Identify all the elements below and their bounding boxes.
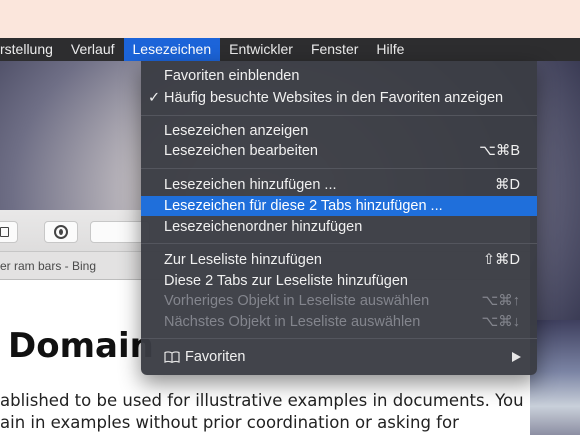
paragraph-line: ain in examples without prior coordinati… <box>0 413 459 432</box>
menu-item-shortcut: ⌘D <box>495 177 520 193</box>
menu-separator <box>141 168 537 169</box>
sidebar-icon <box>0 227 9 237</box>
menu-item-label: Diese 2 Tabs zur Leseliste hinzufügen <box>164 273 408 289</box>
menu-item-lesezeichen-anzeigen[interactable]: Lesezeichen anzeigen <box>141 121 537 141</box>
menu-item-label: Favoriten einblenden <box>164 68 300 84</box>
menu-lesezeichen[interactable]: Lesezeichen <box>123 38 221 61</box>
menu-item-favoriten-einblenden[interactable]: Favoriten einblenden <box>141 66 537 86</box>
menu-item-label: Lesezeichen hinzufügen ... <box>164 177 337 193</box>
chevron-right-icon <box>512 352 521 362</box>
menu-item-label: Vorheriges Objekt in Leseliste auswählen <box>164 293 430 309</box>
menu-darstellung[interactable]: rstellung <box>0 38 62 61</box>
menu-item-label: Lesezeichen bearbeiten <box>164 143 318 159</box>
page-heading: Domain <box>8 326 154 366</box>
lesezeichen-menu: Favoriten einblenden ✓ Häufig besuchte W… <box>141 61 537 375</box>
menu-item-shortcut: ⌥⌘↑ <box>481 293 520 309</box>
sidebar-button[interactable] <box>0 221 18 243</box>
menu-fenster[interactable]: Fenster <box>302 38 367 61</box>
menu-item-vorheriges-objekt: Vorheriges Objekt in Leseliste auswählen… <box>141 291 537 311</box>
menu-item-shortcut: ⌥⌘B <box>479 143 520 159</box>
menu-separator <box>141 243 537 244</box>
menu-item-zur-leseliste[interactable]: Zur Leseliste hinzufügen ⇧⌘D <box>141 250 537 270</box>
menu-item-label: Häufig besuchte Websites in den Favorite… <box>164 90 504 106</box>
page-paragraph: ablished to be used for illustrative exa… <box>0 390 530 434</box>
book-icon <box>164 351 180 363</box>
menu-item-lesezeichen-bearbeiten[interactable]: Lesezeichen bearbeiten ⌥⌘B <box>141 141 537 161</box>
menu-separator <box>141 338 537 339</box>
tab-bing[interactable]: er ram bars - Bing <box>0 259 96 273</box>
menu-hilfe[interactable]: Hilfe <box>367 38 413 61</box>
privacy-button[interactable] <box>44 221 78 243</box>
menu-item-label: Lesezeichen für diese 2 Tabs hinzufügen … <box>164 198 443 214</box>
menu-item-lesezeichenordner-hinzufuegen[interactable]: Lesezeichenordner hinzufügen <box>141 217 537 237</box>
menu-item-lesezeichen-hinzufuegen[interactable]: Lesezeichen hinzufügen ... ⌘D <box>141 175 537 195</box>
menu-item-tabs-zur-leseliste[interactable]: Diese 2 Tabs zur Leseliste hinzufügen <box>141 271 537 291</box>
menu-bar: rstellung Verlauf Lesezeichen Entwickler… <box>0 38 580 61</box>
desktop-top-band <box>0 0 580 38</box>
menu-item-label: Favoriten <box>185 349 246 365</box>
menu-item-label: Nächstes Objekt in Leseliste auswählen <box>164 314 421 330</box>
menu-item-shortcut: ⌥⌘↓ <box>481 314 520 330</box>
shield-icon <box>54 225 68 239</box>
checkmark-icon: ✓ <box>148 90 161 106</box>
menu-item-label: Zur Leseliste hinzufügen <box>164 252 322 268</box>
menu-separator <box>141 115 537 116</box>
menu-item-label: Lesezeichen anzeigen <box>164 123 309 139</box>
menu-item-naechstes-objekt: Nächstes Objekt in Leseliste auswählen ⌥… <box>141 312 537 332</box>
menu-entwickler[interactable]: Entwickler <box>220 38 302 61</box>
menu-item-lesezeichen-tabs-hinzufuegen[interactable]: Lesezeichen für diese 2 Tabs hinzufügen … <box>141 196 537 216</box>
menu-verlauf[interactable]: Verlauf <box>62 38 124 61</box>
menu-item-favoriten-submenu[interactable]: Favoriten <box>141 347 537 367</box>
menu-item-haeufig-besuchte[interactable]: ✓ Häufig besuchte Websites in den Favori… <box>141 88 537 108</box>
menu-item-shortcut: ⇧⌘D <box>482 252 520 268</box>
paragraph-line: ablished to be used for illustrative exa… <box>0 391 524 410</box>
menu-item-label: Lesezeichenordner hinzufügen <box>164 219 363 235</box>
